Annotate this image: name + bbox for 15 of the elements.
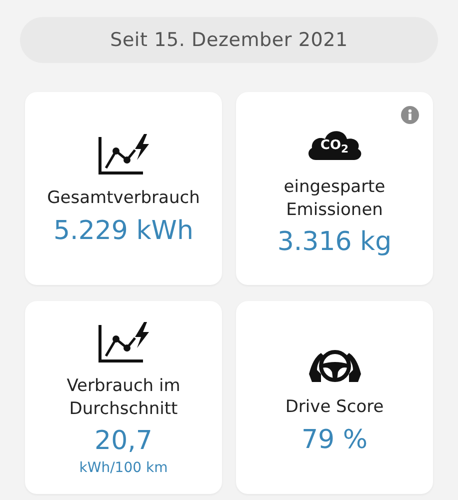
card-value: 79 % xyxy=(301,424,368,455)
icon-label: CO$_{2}$ xyxy=(320,138,349,156)
info-icon[interactable] xyxy=(401,106,419,124)
unit-label: kWh/100 km xyxy=(79,460,168,476)
chart-lightning-icon xyxy=(96,133,150,178)
card-title: Drive Score xyxy=(285,396,384,419)
card-value: 5.229 kWh xyxy=(54,216,194,246)
card-value: 20,7 xyxy=(94,426,152,456)
period-label: Seit 15. Dezember 2021 xyxy=(110,29,348,51)
card-title: Gesamtverbrauch xyxy=(47,187,200,210)
period-pill[interactable]: Seit 15. Dezember 2021 xyxy=(20,17,438,63)
chart-lightning-icon xyxy=(96,321,150,366)
card-title: Verbrauch im Durchschnitt xyxy=(66,375,182,420)
card-value: 3.316 kg xyxy=(277,226,392,257)
card-title: eingesparte Emissionen xyxy=(282,176,386,221)
